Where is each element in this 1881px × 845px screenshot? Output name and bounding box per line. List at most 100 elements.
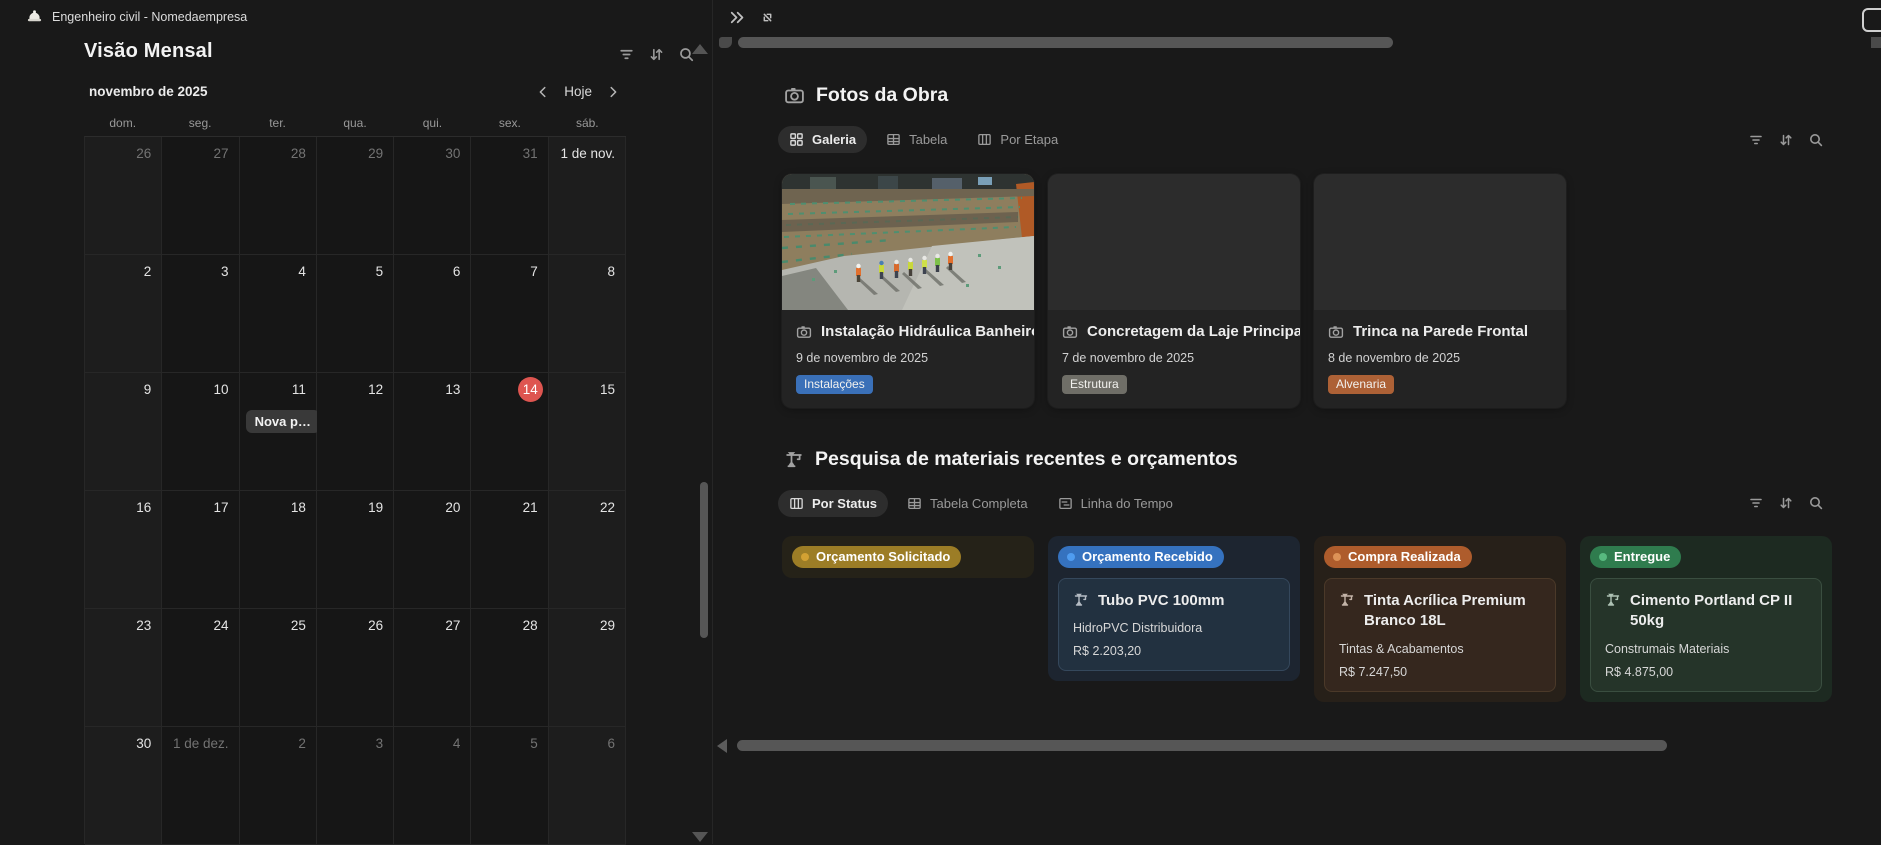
search-icon[interactable] xyxy=(1808,132,1824,148)
calendar-cell[interactable]: 6 xyxy=(549,727,626,845)
filter-icon[interactable] xyxy=(618,46,635,63)
material-vendor: HidroPVC Distribuidora xyxy=(1073,621,1275,635)
cell-date: 2 xyxy=(144,264,152,279)
status-badge[interactable]: Compra Realizada xyxy=(1324,546,1472,568)
cell-date: 30 xyxy=(445,146,460,161)
calendar-cell[interactable]: 1 de nov. xyxy=(549,137,626,255)
calendar-cell[interactable]: 19 xyxy=(317,491,394,609)
calendar-cell[interactable]: 3 xyxy=(162,255,239,373)
tab-tabela[interactable]: Tabela xyxy=(875,126,958,153)
filter-icon[interactable] xyxy=(1748,495,1764,511)
bottom-horizontal-scrollbar-thumb[interactable] xyxy=(737,740,1667,751)
hscroll-left-piece[interactable] xyxy=(719,37,732,48)
calendar-cell[interactable]: 18 xyxy=(240,491,317,609)
table-icon xyxy=(907,496,922,511)
calendar-cell[interactable]: 26 xyxy=(85,137,162,255)
calendar-cell[interactable]: 25 xyxy=(240,609,317,727)
calendar-event[interactable]: Nova p… xyxy=(246,410,320,433)
cell-date: 29 xyxy=(368,146,383,161)
calendar-cell[interactable]: 1 de dez. xyxy=(162,727,239,845)
vertical-scrollbar-thumb[interactable] xyxy=(700,482,708,638)
calendar-cell[interactable]: 5 xyxy=(317,255,394,373)
calendar-cell[interactable]: 13 xyxy=(394,373,471,491)
next-month-icon[interactable] xyxy=(606,85,620,99)
close-peek-icon[interactable] xyxy=(727,8,746,27)
breadcrumb-label: Engenheiro civil - Nomedaempresa xyxy=(52,10,247,24)
tab-galeria[interactable]: Galeria xyxy=(778,126,867,153)
hscroll-left-arrow[interactable] xyxy=(717,739,727,753)
today-button[interactable]: Hoje xyxy=(564,84,592,99)
calendar-cell[interactable]: 2 xyxy=(240,727,317,845)
top-horizontal-scrollbar-thumb[interactable] xyxy=(738,37,1393,48)
day-header: sáb. xyxy=(549,112,626,134)
tab-label: Por Status xyxy=(812,496,877,511)
cell-date: 13 xyxy=(445,382,460,397)
calendar-cell[interactable]: 12 xyxy=(317,373,394,491)
breadcrumb[interactable]: Engenheiro civil - Nomedaempresa xyxy=(26,8,247,25)
scroll-up-arrow[interactable] xyxy=(692,44,708,54)
search-icon[interactable] xyxy=(1808,495,1824,511)
material-card[interactable]: Tinta Acrílica Premium Branco 18L Tintas… xyxy=(1324,578,1556,692)
crane-icon xyxy=(784,450,804,470)
photo-card[interactable]: Instalação Hidráulica Banheiro 2 9 de no… xyxy=(782,174,1034,408)
sort-icon[interactable] xyxy=(648,46,665,63)
calendar-cell[interactable]: 6 xyxy=(394,255,471,373)
calendar-cell[interactable]: 27 xyxy=(162,137,239,255)
cell-date: 8 xyxy=(607,264,615,279)
calendar-cell[interactable]: 29 xyxy=(549,609,626,727)
gallery-icon xyxy=(789,132,804,147)
photo-card[interactable]: Concretagem da Laje Principal 7 de novem… xyxy=(1048,174,1300,408)
calendar-cell[interactable]: 9 xyxy=(85,373,162,491)
calendar-cell[interactable]: 5 xyxy=(471,727,548,845)
calendar-cell[interactable]: 3 xyxy=(317,727,394,845)
cell-date: 26 xyxy=(368,618,383,633)
calendar-cell[interactable]: 28 xyxy=(471,609,548,727)
calendar-cell[interactable]: 22 xyxy=(549,491,626,609)
calendar-cell[interactable]: 8 xyxy=(549,255,626,373)
board-column-orcamento-recebido: Orçamento Recebido Tubo PVC 100mm HidroP… xyxy=(1048,536,1300,681)
calendar-cell[interactable]: 30 xyxy=(394,137,471,255)
cell-date: 27 xyxy=(445,618,460,633)
status-badge[interactable]: Orçamento Solicitado xyxy=(792,546,961,568)
calendar-cell[interactable]: 20 xyxy=(394,491,471,609)
photo-placeholder xyxy=(1314,174,1566,310)
today-date: 14 xyxy=(518,377,543,402)
calendar-cell[interactable]: 30 xyxy=(85,727,162,845)
calendar-cell[interactable]: 29 xyxy=(317,137,394,255)
calendar-cell[interactable]: 14 xyxy=(471,373,548,491)
calendar-cell[interactable]: 31 xyxy=(471,137,548,255)
expand-icon[interactable] xyxy=(759,8,776,27)
sort-icon[interactable] xyxy=(1778,132,1794,148)
corner-button[interactable] xyxy=(1862,8,1881,32)
scroll-down-arrow[interactable] xyxy=(692,832,708,842)
calendar-cell[interactable]: 15 xyxy=(549,373,626,491)
calendar-cell[interactable]: 26 xyxy=(317,609,394,727)
calendar-cell[interactable]: 10 xyxy=(162,373,239,491)
tab-por-etapa[interactable]: Por Etapa xyxy=(966,126,1069,153)
calendar-cell[interactable]: 17 xyxy=(162,491,239,609)
calendar-cell[interactable]: 7 xyxy=(471,255,548,373)
tab-linha-do-tempo[interactable]: Linha do Tempo xyxy=(1047,490,1184,517)
status-badge[interactable]: Orçamento Recebido xyxy=(1058,546,1224,568)
calendar-cell[interactable]: 28 xyxy=(240,137,317,255)
status-badge[interactable]: Entregue xyxy=(1590,546,1681,568)
material-card[interactable]: Tubo PVC 100mm HidroPVC Distribuidora R$… xyxy=(1058,578,1290,671)
calendar-cell[interactable]: 23 xyxy=(85,609,162,727)
table-icon xyxy=(886,132,901,147)
calendar-cell[interactable]: 2 xyxy=(85,255,162,373)
filter-icon[interactable] xyxy=(1748,132,1764,148)
tab-tabela-completa[interactable]: Tabela Completa xyxy=(896,490,1039,517)
prev-month-icon[interactable] xyxy=(536,85,550,99)
calendar-cell[interactable]: 27 xyxy=(394,609,471,727)
calendar-cell[interactable]: 24 xyxy=(162,609,239,727)
sort-icon[interactable] xyxy=(1778,495,1794,511)
photo-card-title: Trinca na Parede Frontal xyxy=(1353,323,1528,340)
calendar-cell[interactable]: 4 xyxy=(394,727,471,845)
calendar-cell[interactable]: 4 xyxy=(240,255,317,373)
tab-por-status[interactable]: Por Status xyxy=(778,490,888,517)
material-card[interactable]: Cimento Portland CP II 50kg Construmais … xyxy=(1590,578,1822,692)
photo-card[interactable]: Trinca na Parede Frontal 8 de novembro d… xyxy=(1314,174,1566,408)
calendar-cell[interactable]: 16 xyxy=(85,491,162,609)
calendar-cell[interactable]: 11Nova p… xyxy=(240,373,317,491)
calendar-cell[interactable]: 21 xyxy=(471,491,548,609)
